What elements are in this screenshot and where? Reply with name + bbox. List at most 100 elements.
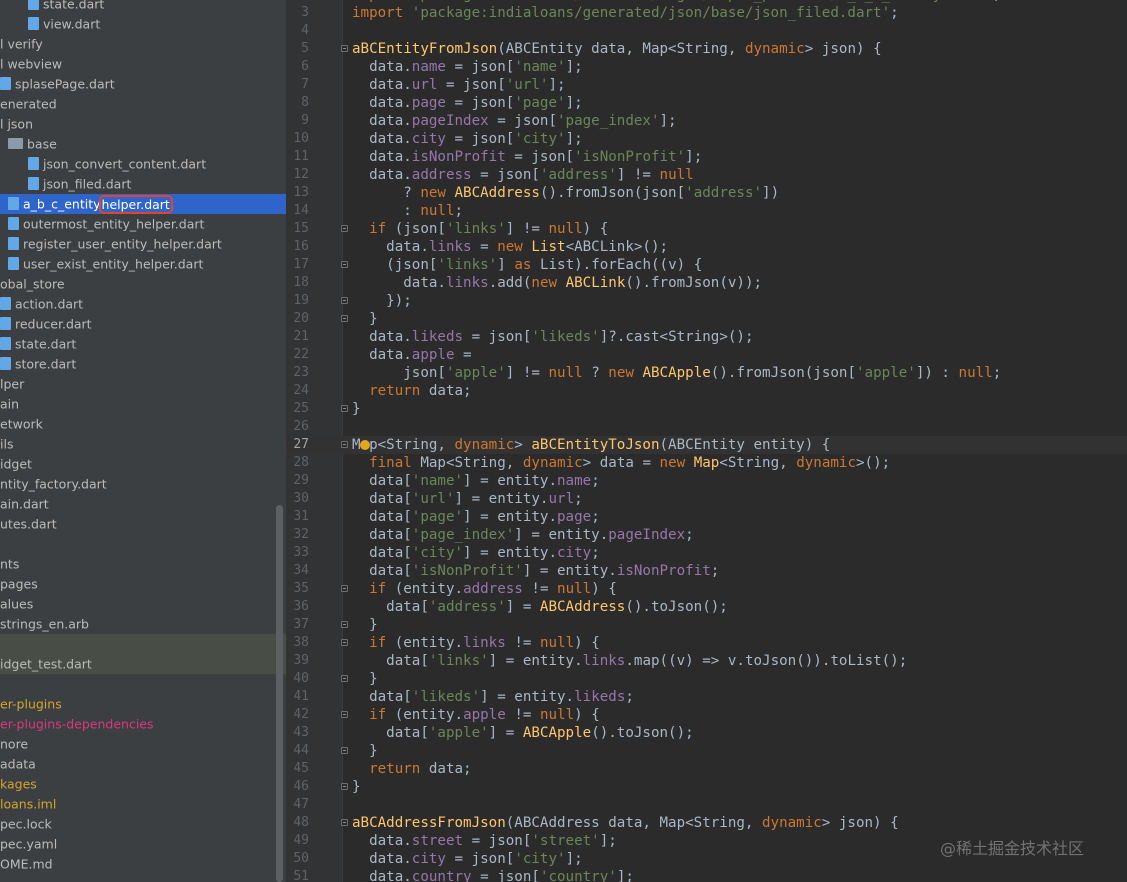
tree-item[interactable]: obal_store bbox=[0, 274, 286, 294]
code-line[interactable]: 9 data.pageIndex = json['page_index']; bbox=[287, 112, 1127, 130]
code-line[interactable]: 8 data.page = json['page']; bbox=[287, 94, 1127, 112]
tree-item[interactable]: idget_test.dart bbox=[0, 654, 286, 674]
code-line[interactable]: 11 data.isNonProfit = json['isNonProfit'… bbox=[287, 148, 1127, 166]
code-line[interactable]: 26 bbox=[287, 418, 1127, 436]
tree-item[interactable]: a_b_c_entityhelper.dart bbox=[0, 194, 286, 214]
tree-item[interactable]: adata bbox=[0, 754, 286, 774]
fold-marker-icon[interactable] bbox=[341, 45, 348, 52]
tree-item[interactable]: ain bbox=[0, 394, 286, 414]
tree-item[interactable]: state.dart bbox=[0, 334, 286, 354]
tree-item[interactable]: alues bbox=[0, 594, 286, 614]
tree-item[interactable] bbox=[0, 534, 286, 554]
code-line[interactable]: 46} bbox=[287, 778, 1127, 796]
tree-item[interactable]: pec.lock bbox=[0, 814, 286, 834]
tree-item[interactable]: ain.dart bbox=[0, 494, 286, 514]
fold-marker-icon[interactable] bbox=[341, 405, 348, 412]
code-line[interactable]: 29 data['name'] = entity.name; bbox=[287, 472, 1127, 490]
tree-item[interactable]: utes.dart bbox=[0, 514, 286, 534]
code-line[interactable]: 23 json['apple'] != null ? new ABCApple(… bbox=[287, 364, 1127, 382]
code-line[interactable]: 40 } bbox=[287, 670, 1127, 688]
tree-item[interactable]: ils bbox=[0, 434, 286, 454]
fold-marker-icon[interactable] bbox=[341, 819, 348, 826]
project-tree-panel[interactable]: state.dart view.dart l verify l webview spla… bbox=[0, 0, 286, 882]
tree-item[interactable]: er-plugins bbox=[0, 694, 286, 714]
code-line[interactable]: 51 data.country = json['country']; bbox=[287, 868, 1127, 882]
fold-marker-icon[interactable] bbox=[341, 747, 348, 754]
tree-item[interactable]: json_filed.dart bbox=[0, 174, 286, 194]
tree-item[interactable]: ntity_factory.dart bbox=[0, 474, 286, 494]
tree-item[interactable]: enerated bbox=[0, 94, 286, 114]
fold-marker-icon[interactable] bbox=[341, 261, 348, 268]
tree-item[interactable]: outermost_entity_helper.dart bbox=[0, 214, 286, 234]
code-line[interactable]: 4 bbox=[287, 22, 1127, 40]
code-line[interactable]: 39 data['links'] = entity.links.map((v) … bbox=[287, 652, 1127, 670]
code-line[interactable]: 44 } bbox=[287, 742, 1127, 760]
fold-marker-icon[interactable] bbox=[341, 297, 348, 304]
tree-item[interactable] bbox=[0, 674, 286, 694]
tree-item[interactable]: kages bbox=[0, 774, 286, 794]
code-line[interactable]: 18 data.links.add(new ABCLink().fromJson… bbox=[287, 274, 1127, 292]
tree-item[interactable]: register_user_entity_helper.dart bbox=[0, 234, 286, 254]
tree-item[interactable]: nts bbox=[0, 554, 286, 574]
fold-marker-icon[interactable] bbox=[341, 315, 348, 322]
tree-item[interactable]: l webview bbox=[0, 54, 286, 74]
tree-item[interactable]: pec.yaml bbox=[0, 834, 286, 854]
fold-marker-icon[interactable] bbox=[341, 225, 348, 232]
fold-marker-icon[interactable] bbox=[341, 783, 348, 790]
tree-folder[interactable]: base bbox=[0, 134, 286, 154]
fold-marker-icon[interactable] bbox=[341, 441, 348, 448]
tree-item[interactable]: nore bbox=[0, 734, 286, 754]
tree-item[interactable]: loans.iml bbox=[0, 794, 286, 814]
tree-item[interactable]: state.dart bbox=[0, 0, 286, 14]
code-line[interactable]: 35 if (entity.address != null) { bbox=[287, 580, 1127, 598]
code-line[interactable]: 42 if (entity.apple != null) { bbox=[287, 706, 1127, 724]
code-line[interactable]: 12 data.address = json['address'] != nul… bbox=[287, 166, 1127, 184]
code-line[interactable]: 41 data['likeds'] = entity.likeds; bbox=[287, 688, 1127, 706]
tree-item[interactable]: reducer.dart bbox=[0, 314, 286, 334]
code-line[interactable]: 31 data['page'] = entity.page; bbox=[287, 508, 1127, 526]
code-line[interactable]: 34 data['isNonProfit'] = entity.isNonPro… bbox=[287, 562, 1127, 580]
code-line[interactable]: 28 final Map<String, dynamic> data = new… bbox=[287, 454, 1127, 472]
fold-marker-icon[interactable] bbox=[341, 675, 348, 682]
code-line[interactable]: 47 bbox=[287, 796, 1127, 814]
code-line[interactable]: 27 Map<String, dynamic> aBCEntityToJson(A… bbox=[287, 436, 1127, 454]
tree-item[interactable] bbox=[0, 634, 286, 654]
code-line[interactable]: 7 data.url = json['url']; bbox=[287, 76, 1127, 94]
tree-item[interactable]: lper bbox=[0, 374, 286, 394]
code-line[interactable]: 22 data.apple = bbox=[287, 346, 1127, 364]
code-line[interactable]: 36 data['address'] = ABCAddress().toJson… bbox=[287, 598, 1127, 616]
fold-marker-icon[interactable] bbox=[341, 621, 348, 628]
tree-item[interactable]: store.dart bbox=[0, 354, 286, 374]
tree-item[interactable]: er-plugins-dependencies bbox=[0, 714, 286, 734]
code-line[interactable]: 13 ? new ABCAddress().fromJson(json['add… bbox=[287, 184, 1127, 202]
code-line[interactable]: 5 aBCEntityFromJson(ABCEntity data, Map<S… bbox=[287, 40, 1127, 58]
code-line[interactable]: 16 data.links = new List<ABCLink>(); bbox=[287, 238, 1127, 256]
code-line[interactable]: 20 } bbox=[287, 310, 1127, 328]
tree-item[interactable]: OME.md bbox=[0, 854, 286, 874]
tree-item[interactable]: json_convert_content.dart bbox=[0, 154, 286, 174]
tree-item[interactable]: idget bbox=[0, 454, 286, 474]
code-line[interactable]: 45 return data; bbox=[287, 760, 1127, 778]
code-line[interactable]: 21 data.likeds = json['likeds']?.cast<St… bbox=[287, 328, 1127, 346]
code-line[interactable]: 30 data['url'] = entity.url; bbox=[287, 490, 1127, 508]
tree-item[interactable]: pages bbox=[0, 574, 286, 594]
intention-bulb-icon[interactable] bbox=[360, 440, 370, 450]
code-line[interactable]: 32 data['page_index'] = entity.pageIndex… bbox=[287, 526, 1127, 544]
code-line[interactable]: 19 }); bbox=[287, 292, 1127, 310]
code-line[interactable]: 15 if (json['links'] != null) { bbox=[287, 220, 1127, 238]
code-line[interactable]: 38 if (entity.links != null) { bbox=[287, 634, 1127, 652]
code-line[interactable]: 43 data['apple'] = ABCApple().toJson(); bbox=[287, 724, 1127, 742]
code-line[interactable]: 25} bbox=[287, 400, 1127, 418]
code-line[interactable]: 24 return data; bbox=[287, 382, 1127, 400]
code-line[interactable]: 3 import 'package:indialoans/generated/js… bbox=[287, 4, 1127, 22]
fold-marker-icon[interactable] bbox=[341, 711, 348, 718]
code-line[interactable]: 14 : null; bbox=[287, 202, 1127, 220]
tree-item[interactable]: l verify bbox=[0, 34, 286, 54]
tree-scrollbar[interactable] bbox=[276, 505, 283, 882]
tree-item[interactable]: etwork bbox=[0, 414, 286, 434]
code-line[interactable]: 33 data['city'] = entity.city; bbox=[287, 544, 1127, 562]
tree-item[interactable]: view.dart bbox=[0, 14, 286, 34]
tree-item[interactable]: strings_en.arb bbox=[0, 614, 286, 634]
tree-item[interactable]: l json bbox=[0, 114, 286, 134]
tree-item[interactable]: splasePage.dart bbox=[0, 74, 286, 94]
